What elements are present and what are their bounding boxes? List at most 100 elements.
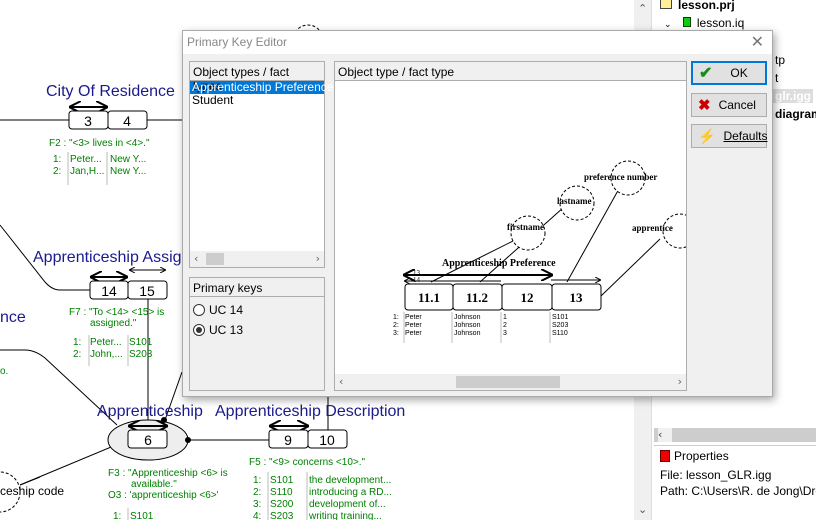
- svg-text:writing training...: writing training...: [308, 511, 382, 520]
- role-box-14[interactable]: 14: [89, 280, 129, 300]
- svg-text:3:: 3:: [393, 330, 399, 337]
- svg-text:1:: 1:: [113, 511, 121, 520]
- role-box-3[interactable]: 3: [68, 110, 109, 130]
- properties-file: File: lesson_GLR.igg: [660, 468, 772, 482]
- svg-text:lastname: lastname: [557, 196, 592, 206]
- svg-text:S110: S110: [270, 487, 293, 498]
- role-box-11-1[interactable]: 11.1: [404, 283, 454, 311]
- svg-text:Johnson: Johnson: [454, 314, 481, 321]
- close-icon[interactable]: ✕: [751, 32, 764, 51]
- fact-title-apprenticeship-description: Apprenticeship Description: [215, 403, 405, 420]
- role-box-4[interactable]: 4: [107, 110, 148, 130]
- svg-text:available.": available.": [131, 479, 177, 490]
- radio-uc-14[interactable]: UC 14: [193, 303, 321, 317]
- fact-text-f7: F7 : "To <14> <15> is: [69, 307, 164, 318]
- svg-text:12: 12: [521, 290, 534, 305]
- fact-text-fragment: o.: [0, 366, 8, 377]
- svg-text:preference number: preference number: [584, 172, 657, 182]
- tree-item-selected[interactable]: glr.igg: [773, 89, 813, 103]
- fact-title-apprenticeship-assignment: Apprenticeship Assign: [33, 249, 190, 266]
- role-box-13[interactable]: 13: [551, 283, 602, 311]
- lightning-icon: ⚡: [698, 127, 716, 144]
- role-box-15[interactable]: 15: [127, 280, 168, 300]
- cross-icon: ✖: [698, 97, 711, 114]
- list-horizontal-scrollbar[interactable]: ‹ ›: [190, 251, 324, 267]
- svg-text:the development...: the development...: [309, 475, 391, 486]
- dialog-title: Primary Key Editor: [187, 35, 288, 49]
- role-box-6[interactable]: 6: [127, 429, 168, 449]
- svg-text:3: 3: [84, 113, 92, 129]
- chevron-down-icon: ⌄: [664, 19, 672, 29]
- svg-text:11.2: 11.2: [466, 290, 488, 305]
- fact-text-f3: F3 : "Apprenticeship <6> is: [108, 468, 228, 479]
- svg-text:4: 4: [123, 113, 131, 129]
- svg-text:2:: 2:: [53, 166, 61, 177]
- svg-text:Peter: Peter: [405, 322, 422, 329]
- svg-text:S203: S203: [129, 349, 153, 360]
- svg-text:2:: 2:: [73, 349, 81, 360]
- svg-text:S101: S101: [552, 314, 568, 321]
- database-icon: [682, 17, 691, 27]
- fact-title-fragment: nce: [0, 309, 26, 326]
- svg-text:S110: S110: [552, 330, 568, 337]
- role-box-12[interactable]: 12: [501, 283, 553, 311]
- svg-text:introducing a RD...: introducing a RD...: [309, 487, 392, 498]
- object-text-o3: O3 : 'apprenticeship <6>': [108, 490, 219, 501]
- cancel-button[interactable]: ✖ Cancel: [691, 93, 767, 117]
- svg-text:Peter...: Peter...: [70, 154, 102, 165]
- svg-text:S101: S101: [129, 337, 153, 348]
- object-title-apprenticeship: Apprenticeship: [97, 403, 203, 420]
- svg-text:3:: 3:: [253, 499, 261, 510]
- svg-text:2:: 2:: [393, 322, 399, 329]
- svg-text:14: 14: [101, 283, 117, 299]
- radio-uc-13[interactable]: UC 13: [193, 323, 321, 337]
- svg-text:Peter: Peter: [405, 314, 422, 321]
- svg-text:1:: 1:: [253, 475, 261, 486]
- object-label-apprenticeship-code: ceship code: [0, 484, 64, 498]
- checkmark-icon: ✔: [699, 65, 713, 82]
- svg-text:15: 15: [139, 283, 155, 299]
- svg-text:firstname: firstname: [507, 222, 544, 232]
- svg-text:New Y...: New Y...: [110, 154, 146, 165]
- svg-text:development of...: development of...: [309, 499, 386, 510]
- tree-item-project[interactable]: lesson.prj: [660, 0, 735, 12]
- svg-text:11.1: 11.1: [418, 290, 440, 305]
- svg-text:John,...: John,...: [90, 349, 123, 360]
- svg-text:1:: 1:: [393, 314, 399, 321]
- role-box-9[interactable]: 9: [268, 429, 309, 449]
- svg-text:9: 9: [284, 432, 292, 448]
- fact-type-preview[interactable]: firstname lastname preference number app…: [335, 81, 687, 376]
- tree-item[interactable]: tp: [775, 53, 785, 67]
- defaults-button[interactable]: ⚡ Defaults: [691, 124, 767, 148]
- folder-icon: [660, 0, 672, 9]
- svg-text:S203: S203: [270, 511, 294, 520]
- tree-item[interactable]: diagram: [775, 107, 816, 121]
- fact-title-city-of-residence: City Of Residence: [46, 83, 175, 100]
- horizontal-scrollbar[interactable]: ‹: [654, 428, 816, 442]
- properties-header: Properties: [654, 445, 816, 466]
- list-header: Object types / fact types: [190, 62, 324, 93]
- list-item-student[interactable]: Student: [190, 94, 324, 107]
- view-horizontal-scrollbar[interactable]: ‹ ›: [335, 374, 686, 390]
- svg-text:1: 1: [503, 314, 507, 321]
- dialog-titlebar[interactable]: Primary Key Editor ✕: [183, 31, 772, 54]
- object-types-list: Object types / fact types Apprenticeship…: [189, 61, 333, 268]
- svg-text:4:: 4:: [253, 511, 261, 520]
- primary-key-editor-dialog: Primary Key Editor ✕ Object types / fact…: [182, 30, 773, 397]
- svg-text:2:: 2:: [253, 487, 261, 498]
- tree-item[interactable]: t: [775, 71, 778, 85]
- svg-text:13: 13: [570, 290, 584, 305]
- view-header: Object type / fact type: [335, 62, 686, 81]
- primary-keys-header: Primary keys: [190, 278, 324, 297]
- svg-text:New Y...: New Y...: [110, 166, 146, 177]
- role-box-11-2[interactable]: 11.2: [452, 283, 503, 311]
- ok-button[interactable]: ✔ OK: [691, 61, 767, 85]
- svg-text:S101: S101: [270, 475, 294, 486]
- tree-item-iq[interactable]: ⌄ lesson.iq: [664, 16, 744, 30]
- role-box-10[interactable]: 10: [307, 429, 348, 449]
- svg-text:Johnson: Johnson: [454, 322, 481, 329]
- svg-text:1:: 1:: [53, 154, 61, 165]
- primary-keys-group: Primary keys UC 14 UC 13: [189, 277, 325, 391]
- svg-text:assigned.": assigned.": [90, 318, 137, 329]
- fact-text-f5: F5 : "<9> concerns <10>.": [249, 457, 366, 468]
